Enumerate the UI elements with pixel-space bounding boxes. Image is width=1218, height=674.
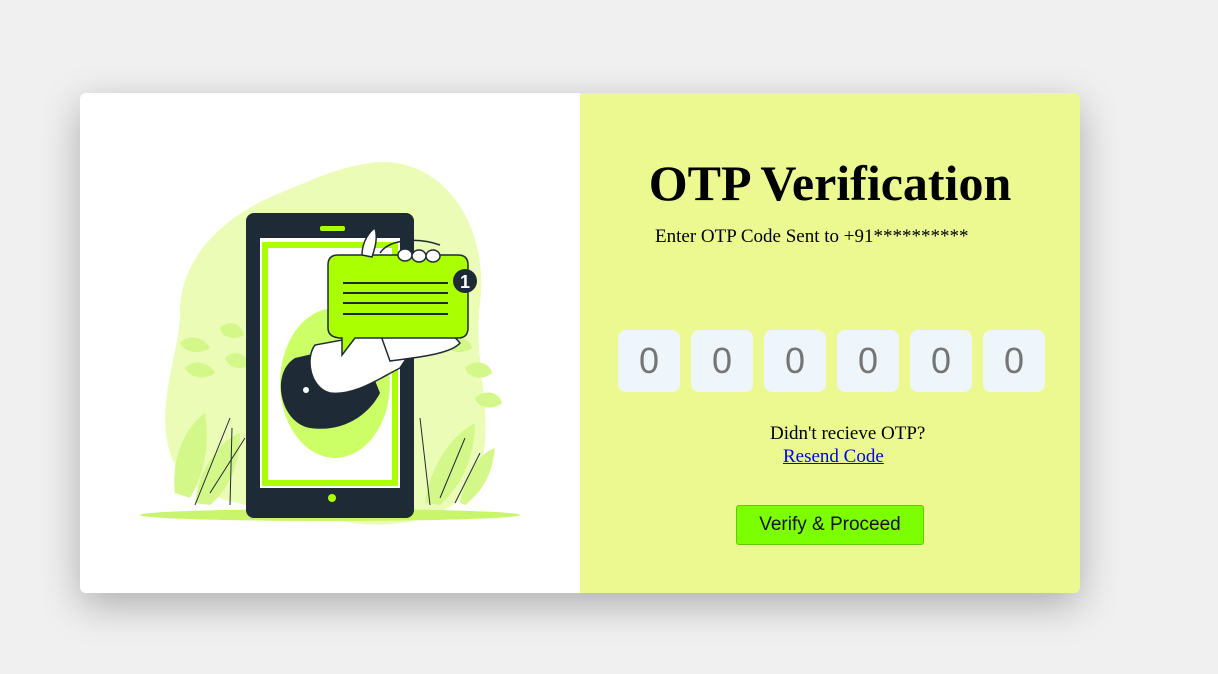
resend-code-link[interactable]: Resend Code	[783, 446, 884, 468]
notification-count: 1	[460, 272, 470, 292]
otp-digit-2[interactable]	[691, 330, 753, 392]
verification-panel: OTP Verification Enter OTP Code Sent to …	[580, 93, 1080, 593]
resend-prompt: Didn't recieve OTP?	[770, 423, 926, 444]
otp-input-group	[618, 330, 1045, 392]
otp-digit-1[interactable]	[618, 330, 680, 392]
phone-otp-illustration: 1	[140, 162, 520, 525]
finger-icon	[397, 248, 413, 262]
page-title: OTP Verification	[648, 155, 1012, 211]
phone-speaker	[320, 226, 345, 231]
illustration-panel: 1	[80, 93, 580, 593]
finger-icon	[425, 249, 441, 263]
finger-icon	[411, 249, 427, 263]
otp-digit-4[interactable]	[837, 330, 899, 392]
otp-digit-6[interactable]	[983, 330, 1045, 392]
cufflink	[303, 387, 309, 393]
phone-home-dot	[328, 494, 336, 502]
otp-sent-message: Enter OTP Code Sent to +91**********	[655, 226, 969, 247]
otp-card: 1 OTP Verification Enter OTP Code Sent t…	[80, 93, 1080, 593]
verify-proceed-button[interactable]: Verify & Proceed	[736, 505, 924, 545]
otp-digit-3[interactable]	[764, 330, 826, 392]
otp-digit-5[interactable]	[910, 330, 972, 392]
